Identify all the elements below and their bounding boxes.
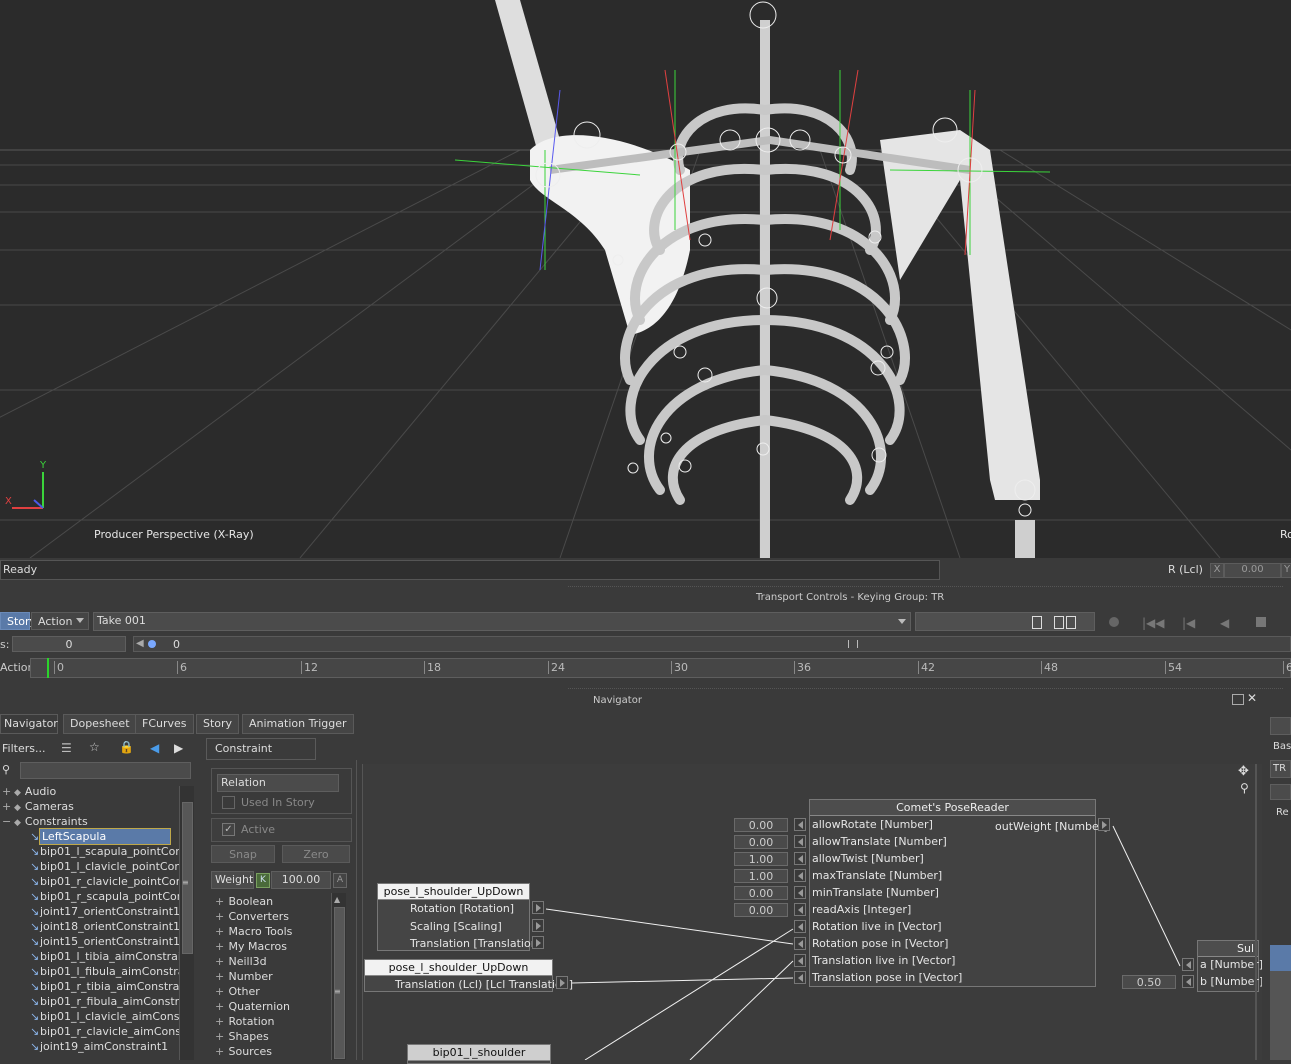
posereader-input-port[interactable]: Rotation pose in [Vector]	[812, 935, 948, 952]
pose-node-1[interactable]: pose_l_shoulder_UpDown Rotation [Rotatio…	[377, 883, 542, 951]
graph-connections	[545, 825, 1181, 1060]
graph-divider	[1255, 764, 1257, 1060]
posereader-input-port[interactable]: minTranslate [Number]	[812, 884, 939, 901]
right-label-tr[interactable]: TR	[1270, 760, 1291, 778]
zoom-icon[interactable]: ⚲	[1240, 781, 1249, 795]
input-value-field[interactable]: 0.00	[734, 886, 788, 900]
posereader-input-port[interactable]: allowRotate [Number]	[812, 816, 933, 833]
right-key-field[interactable]	[1270, 784, 1291, 800]
translation-out-icon[interactable]	[532, 936, 544, 949]
posereader-title: Comet's PoseReader	[810, 800, 1095, 816]
input-value-field[interactable]: 0.00	[734, 818, 788, 832]
rotation-out-icon[interactable]	[532, 901, 544, 914]
input-port-icon[interactable]	[794, 971, 806, 984]
input-port-icon[interactable]	[794, 818, 806, 831]
pose-node-2-translation-port[interactable]: Translation (Lcl) [Lcl Translation]	[395, 976, 573, 993]
posereader-input-port[interactable]: allowTranslate [Number]	[812, 833, 947, 850]
pose-node-2-title: pose_l_shoulder_UpDown	[365, 960, 552, 976]
input-port-icon[interactable]	[794, 954, 806, 967]
input-value-field[interactable]: 0.00	[734, 903, 788, 917]
input-port-icon[interactable]	[794, 937, 806, 950]
pose-node-1-scaling-port[interactable]: Scaling [Scaling]	[410, 918, 502, 935]
scaling-out-icon[interactable]	[532, 919, 544, 932]
input-port-icon[interactable]	[794, 920, 806, 933]
posereader-input-port[interactable]: Translation live in [Vector]	[812, 952, 955, 969]
right-label-re: Re	[1276, 807, 1289, 818]
input-port-icon[interactable]	[794, 903, 806, 916]
bip01-shoulder-title: bip01_l_shoulder	[408, 1045, 550, 1061]
pose-node-1-translation-port[interactable]: Translation [Translation]	[410, 935, 542, 952]
pan-icon[interactable]: ✥	[1238, 764, 1249, 779]
posereader-input-port[interactable]: allowTwist [Number]	[812, 850, 924, 867]
sub-input-port[interactable]: b [Number]	[1200, 973, 1263, 990]
input-port-icon[interactable]	[794, 886, 806, 899]
bip01-shoulder-node[interactable]: bip01_l_shoulder	[407, 1044, 551, 1064]
pose-node-1-rotation-port[interactable]: Rotation [Rotation]	[410, 900, 514, 917]
posereader-input-port[interactable]: Rotation live in [Vector]	[812, 918, 942, 935]
posereader-input-port[interactable]: readAxis [Integer]	[812, 901, 911, 918]
input-value-field[interactable]: 0.00	[734, 835, 788, 849]
right-scroll-area[interactable]	[1270, 971, 1291, 1060]
pose-node-2[interactable]: pose_l_shoulder_UpDown Translation (Lcl)…	[364, 959, 573, 992]
outweight-port[interactable]: outWeight [Number]	[995, 818, 1108, 835]
input-port-icon[interactable]	[1182, 958, 1194, 971]
input-port-icon[interactable]	[794, 835, 806, 848]
pose-node-1-title: pose_l_shoulder_UpDown	[378, 884, 529, 900]
lcl-translation-out-icon[interactable]	[556, 976, 568, 989]
input-value-field[interactable]: 0.50	[1122, 975, 1176, 989]
input-value-field[interactable]: 1.00	[734, 852, 788, 866]
posereader-input-port[interactable]: maxTranslate [Number]	[812, 867, 942, 884]
sub-title: Sul	[1198, 941, 1258, 957]
input-port-icon[interactable]	[1182, 975, 1194, 988]
right-dropdown[interactable]	[1270, 717, 1291, 735]
right-label-basic: Basi	[1273, 741, 1291, 752]
outweight-out-icon[interactable]	[1098, 818, 1110, 831]
input-port-icon[interactable]	[794, 852, 806, 865]
input-port-icon[interactable]	[794, 869, 806, 882]
posereader-input-port[interactable]: Translation pose in [Vector]	[812, 969, 962, 986]
right-selected-item[interactable]	[1270, 945, 1291, 971]
sub-input-port[interactable]: a [Number]	[1200, 956, 1263, 973]
input-value-field[interactable]: 1.00	[734, 869, 788, 883]
